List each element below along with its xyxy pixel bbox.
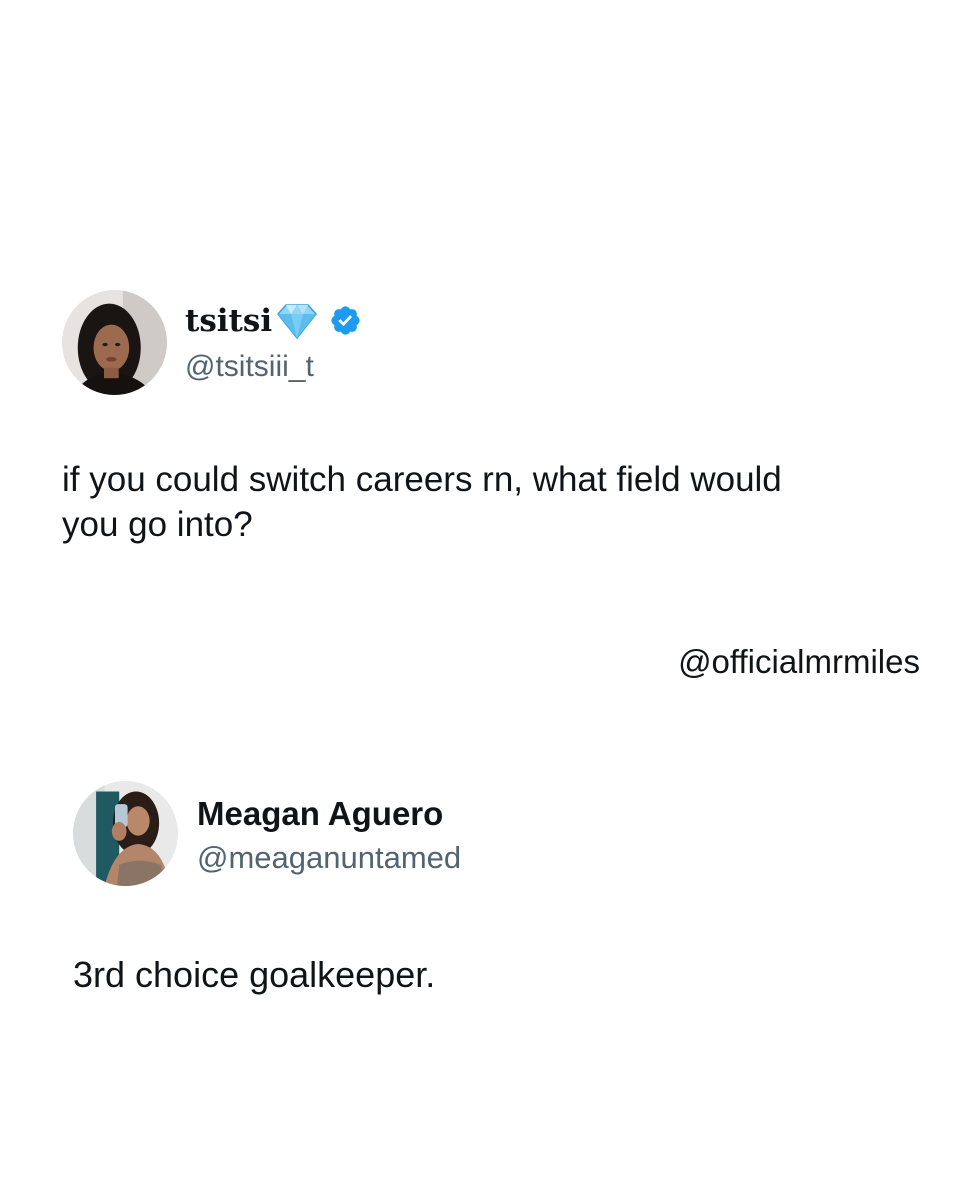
diamond-icon: [277, 304, 317, 340]
meagan-handle[interactable]: @meaganuntamed: [197, 840, 461, 876]
watermark-handle: @officialmrmiles: [678, 643, 920, 680]
avatar-photo-icon: [62, 290, 167, 395]
avatar-photo-icon: [73, 781, 178, 886]
tsitsi-display-name[interactable]: tsitsi: [185, 303, 272, 339]
verified-badge-icon[interactable]: [329, 304, 362, 337]
tsitsi-handle[interactable]: @tsitsiii_t: [185, 350, 314, 384]
original-tweet-text: if you could switch careers rn, what fie…: [62, 460, 782, 544]
reply-tweet-text: 3rd choice goalkeeper.: [73, 954, 436, 995]
meagan-avatar[interactable]: [73, 781, 178, 886]
tsitsi-avatar[interactable]: [62, 290, 167, 395]
meagan-display-name[interactable]: Meagan Aguero: [197, 795, 443, 833]
